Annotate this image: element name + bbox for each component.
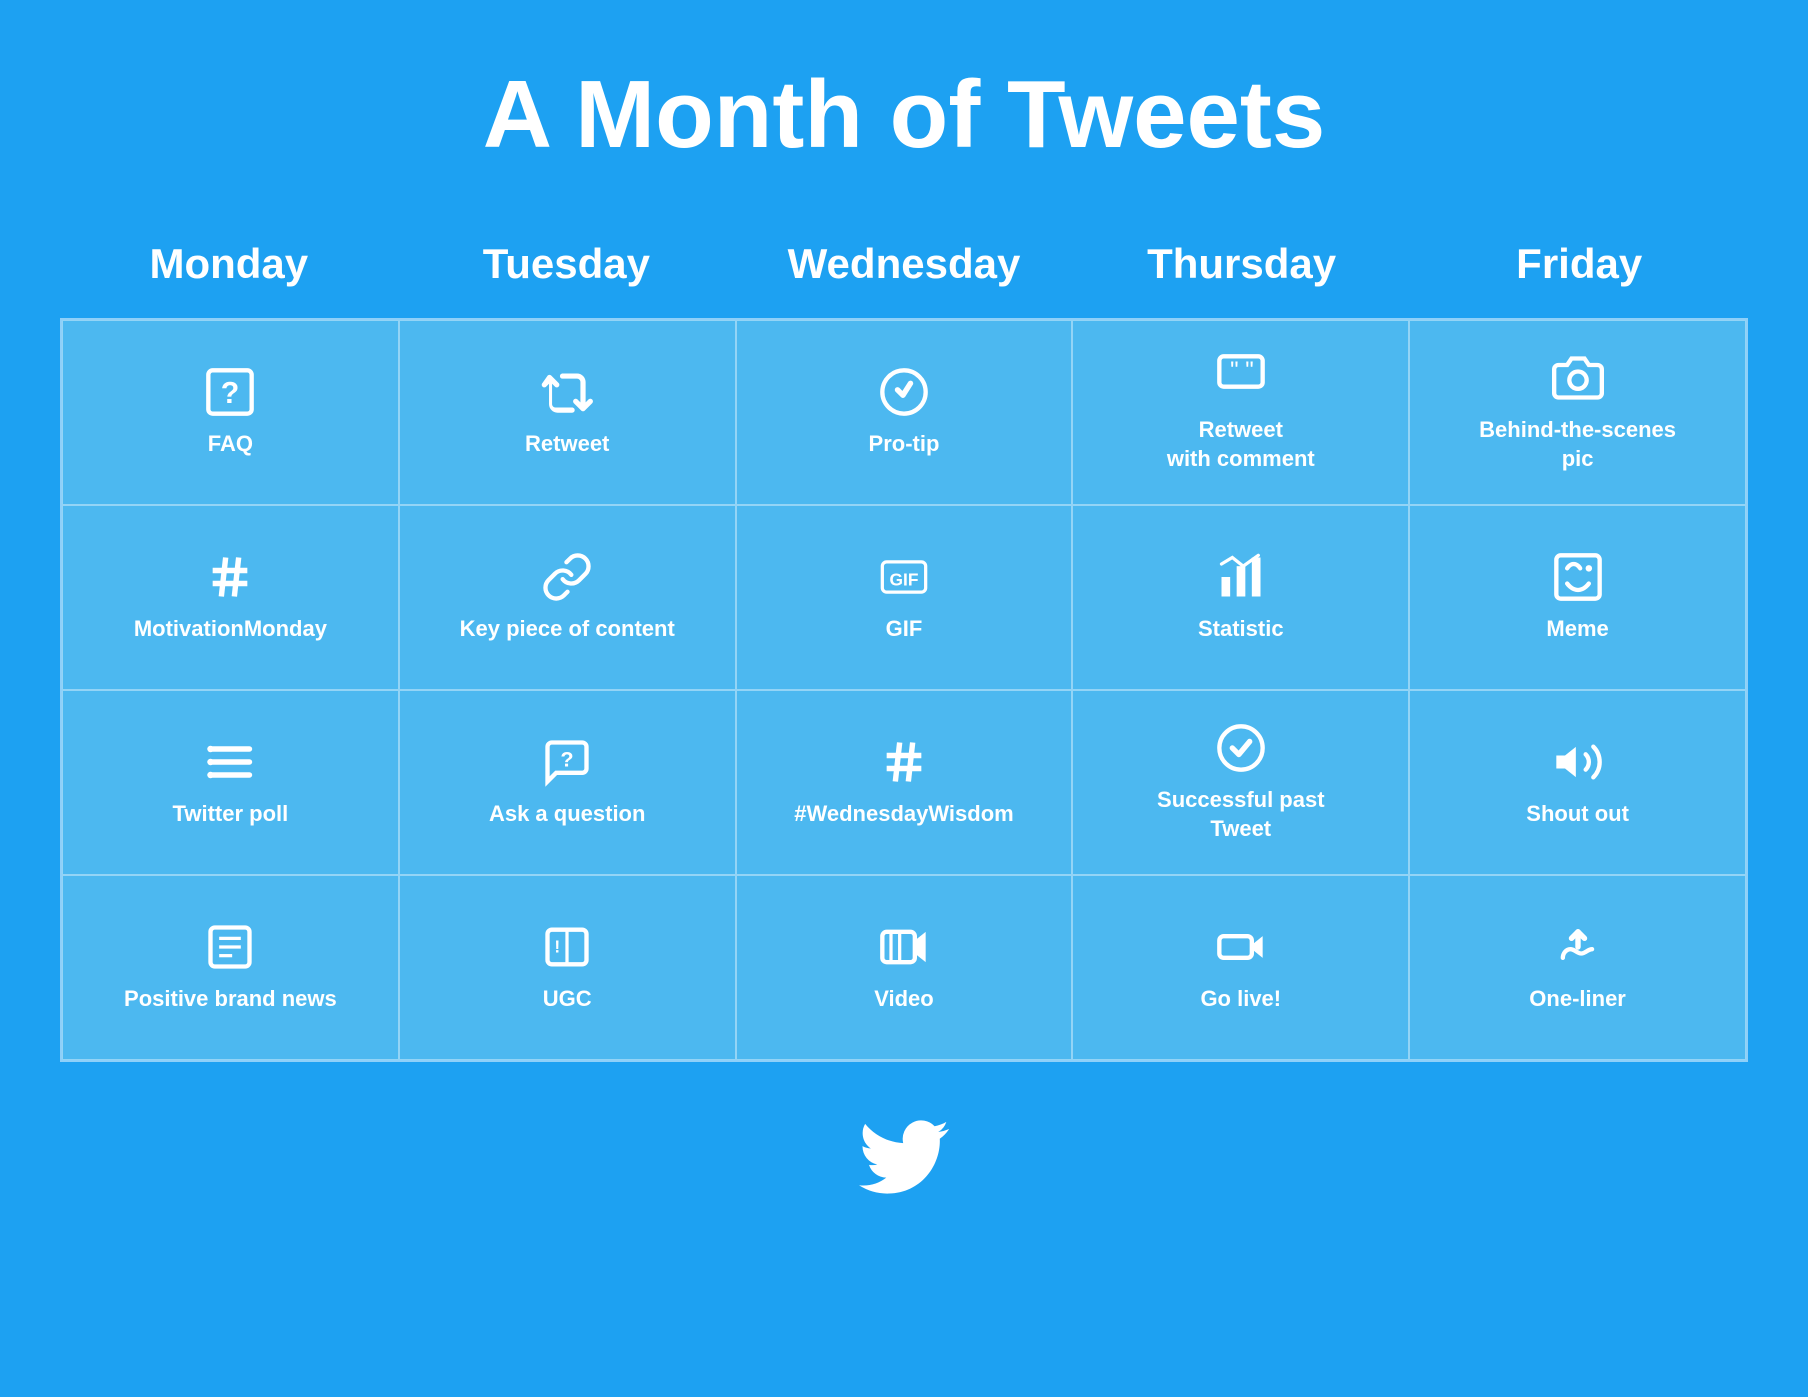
cell-label: Retweetwith comment xyxy=(1167,416,1315,473)
cell-r1-c5: Behind-the-scenespic xyxy=(1409,320,1746,505)
cell-r4-c1: Positive brand news xyxy=(62,875,399,1060)
cell-r2-c5: Meme xyxy=(1409,505,1746,690)
cell-label: Positive brand news xyxy=(124,985,337,1014)
meme-icon xyxy=(1552,551,1604,603)
video-icon xyxy=(878,921,930,973)
cell-label: Retweet xyxy=(525,430,609,459)
svg-text:GIF: GIF xyxy=(890,570,919,590)
cell-label: Meme xyxy=(1546,615,1608,644)
cell-label: Go live! xyxy=(1200,985,1281,1014)
twitter-logo xyxy=(859,1112,949,1224)
cell-r4-c2: ! UGC xyxy=(399,875,736,1060)
faq-icon: ? xyxy=(204,366,256,418)
cell-r2-c2: Key piece of content xyxy=(399,505,736,690)
cell-label: One-liner xyxy=(1529,985,1626,1014)
page-title: A Month of Tweets xyxy=(483,60,1326,170)
cell-r1-c3: Pro-tip xyxy=(736,320,1073,505)
svg-text:" ": " " xyxy=(1230,357,1254,384)
oneliner-icon xyxy=(1552,921,1604,973)
cell-label: Statistic xyxy=(1198,615,1284,644)
cell-r2-c4: Statistic xyxy=(1072,505,1409,690)
cell-label: Successful pastTweet xyxy=(1157,786,1325,843)
day-header-monday: Monday xyxy=(60,220,398,318)
gif-icon: GIF xyxy=(878,551,930,603)
cell-r3-c2: ? Ask a question xyxy=(399,690,736,875)
hashtag-icon xyxy=(204,551,256,603)
cell-label: FAQ xyxy=(208,430,253,459)
day-header-wednesday: Wednesday xyxy=(735,220,1073,318)
cell-label: Twitter poll xyxy=(173,800,289,829)
cell-r4-c5: One-liner xyxy=(1409,875,1746,1060)
day-headers-row: MondayTuesdayWednesdayThursdayFriday xyxy=(60,220,1748,318)
cell-label: GIF xyxy=(886,615,923,644)
protip-icon xyxy=(878,366,930,418)
camera-icon xyxy=(1552,352,1604,404)
shoutout-icon xyxy=(1552,736,1604,788)
cell-label: Ask a question xyxy=(489,800,645,829)
svg-text:!: ! xyxy=(555,937,561,957)
cell-label: Shout out xyxy=(1526,800,1629,829)
cell-label: Key piece of content xyxy=(460,615,675,644)
cell-r2-c1: MotivationMonday xyxy=(62,505,399,690)
cell-label: Pro-tip xyxy=(869,430,940,459)
retweet-comment-icon: " " xyxy=(1215,352,1267,404)
svg-text:?: ? xyxy=(221,377,240,410)
cell-r4-c4: Go live! xyxy=(1072,875,1409,1060)
cell-label: #WednesdayWisdom xyxy=(794,800,1013,829)
svg-text:?: ? xyxy=(561,747,574,772)
poll-icon xyxy=(204,736,256,788)
grid-table: ? FAQ Retweet Pro-tip " " Retweetwith comment… xyxy=(60,318,1748,1062)
hashtag-icon xyxy=(878,736,930,788)
cell-label: Behind-the-scenespic xyxy=(1479,416,1676,473)
cell-label: UGC xyxy=(543,985,592,1014)
cell-label: Video xyxy=(874,985,934,1014)
newspaper-icon xyxy=(204,921,256,973)
day-header-friday: Friday xyxy=(1410,220,1748,318)
retweet-icon xyxy=(541,366,593,418)
cell-r3-c3: #WednesdayWisdom xyxy=(736,690,1073,875)
cell-r3-c1: Twitter poll xyxy=(62,690,399,875)
cell-r1-c1: ? FAQ xyxy=(62,320,399,505)
day-header-thursday: Thursday xyxy=(1073,220,1411,318)
statistic-icon xyxy=(1215,551,1267,603)
golive-icon xyxy=(1215,921,1267,973)
cell-r4-c3: Video xyxy=(736,875,1073,1060)
checkmark-icon xyxy=(1215,722,1267,774)
cell-label: MotivationMonday xyxy=(134,615,327,644)
ugc-icon: ! xyxy=(541,921,593,973)
cell-r2-c3: GIF GIF xyxy=(736,505,1073,690)
cell-r1-c4: " " Retweetwith comment xyxy=(1072,320,1409,505)
cell-r3-c5: Shout out xyxy=(1409,690,1746,875)
calendar: MondayTuesdayWednesdayThursdayFriday ? FA… xyxy=(60,220,1748,1062)
day-header-tuesday: Tuesday xyxy=(398,220,736,318)
question-icon: ? xyxy=(541,736,593,788)
cell-r1-c2: Retweet xyxy=(399,320,736,505)
cell-r3-c4: Successful pastTweet xyxy=(1072,690,1409,875)
link-icon xyxy=(541,551,593,603)
